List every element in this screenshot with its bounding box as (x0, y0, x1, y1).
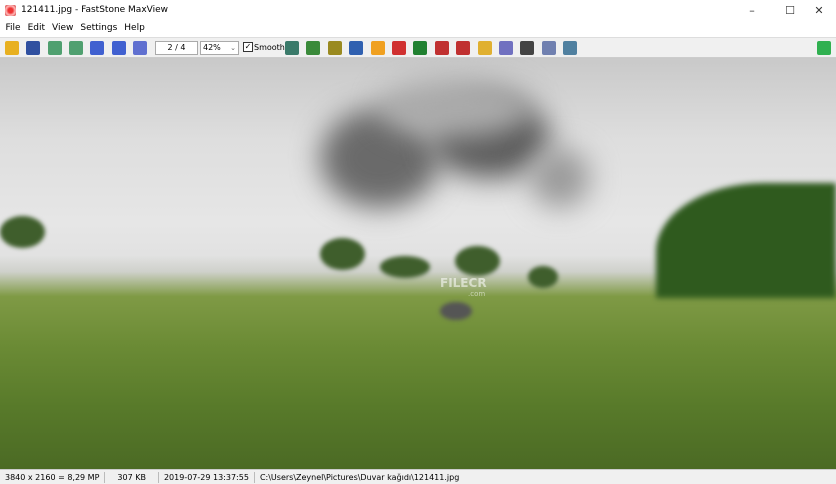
chevron-down-icon: ⌄ (230, 44, 236, 52)
color-icon[interactable] (349, 41, 364, 55)
watermark-logo: FILECR .com (440, 276, 487, 298)
menu-settings[interactable]: Settings (77, 23, 121, 33)
status-dimensions: 3840 x 2160 = 8,29 MP (0, 471, 106, 483)
sharpen-icon[interactable] (413, 41, 428, 55)
scan-icon[interactable] (541, 41, 556, 55)
title-bar: 121411.jpg - FastStone MaxView – ☐ ✕ (0, 0, 836, 20)
smooth-checkbox[interactable]: ✓ Smooth (243, 42, 285, 52)
hill (656, 183, 836, 298)
rotate-right-icon[interactable] (456, 41, 471, 55)
status-filesize: 307 KB (105, 471, 159, 483)
menu-help[interactable]: Help (121, 23, 149, 33)
status-date: 2019-07-29 13:37:55 (159, 471, 255, 483)
rotate-left-icon[interactable] (434, 41, 449, 55)
menu-view[interactable]: View (49, 23, 77, 33)
adjust-lighting-icon[interactable] (370, 41, 385, 55)
zoom-in-icon[interactable] (90, 41, 105, 55)
page-input[interactable]: 2 / 4 (155, 41, 198, 55)
folder-icon[interactable] (477, 41, 492, 55)
fullscreen-icon[interactable] (817, 41, 831, 55)
status-path: C:\Users\Zeynel\Pictures\Duvar kağıdı\12… (259, 472, 460, 482)
crop-icon[interactable] (306, 41, 321, 55)
effects-icon[interactable] (392, 41, 406, 55)
status-bar: 3840 x 2160 = 8,29 MP 307 KB 2019-07-29 … (0, 469, 836, 484)
save-icon[interactable] (26, 41, 41, 55)
open-icon[interactable] (5, 41, 19, 55)
menu-edit[interactable]: Edit (24, 23, 48, 33)
print-icon[interactable] (499, 41, 513, 55)
toolbar: 2 / 4 42% ⌄ ✓ Smooth (0, 37, 836, 58)
slideshow-icon[interactable] (285, 41, 299, 55)
next-icon[interactable] (68, 41, 83, 55)
zoom-select[interactable]: 42% ⌄ (200, 41, 239, 55)
checkbox-icon: ✓ (243, 42, 253, 52)
actual-size-icon[interactable] (132, 41, 147, 55)
minimize-button[interactable]: – (735, 0, 769, 20)
zoom-out-icon[interactable] (111, 41, 126, 55)
resize-icon[interactable] (327, 41, 342, 55)
zoom-value: 42% (203, 43, 221, 52)
smooth-label: Smooth (254, 42, 285, 52)
image-view[interactable]: FILECR .com (0, 58, 836, 469)
menu-bar: File Edit View Settings Help (0, 20, 836, 36)
previous-icon[interactable] (47, 41, 62, 55)
capture-icon[interactable] (520, 41, 535, 55)
properties-icon[interactable] (563, 41, 578, 55)
close-button[interactable]: ✕ (802, 0, 836, 20)
app-icon (5, 4, 16, 16)
window-title: 121411.jpg - FastStone MaxView (21, 5, 169, 15)
menu-file[interactable]: File (2, 23, 24, 33)
